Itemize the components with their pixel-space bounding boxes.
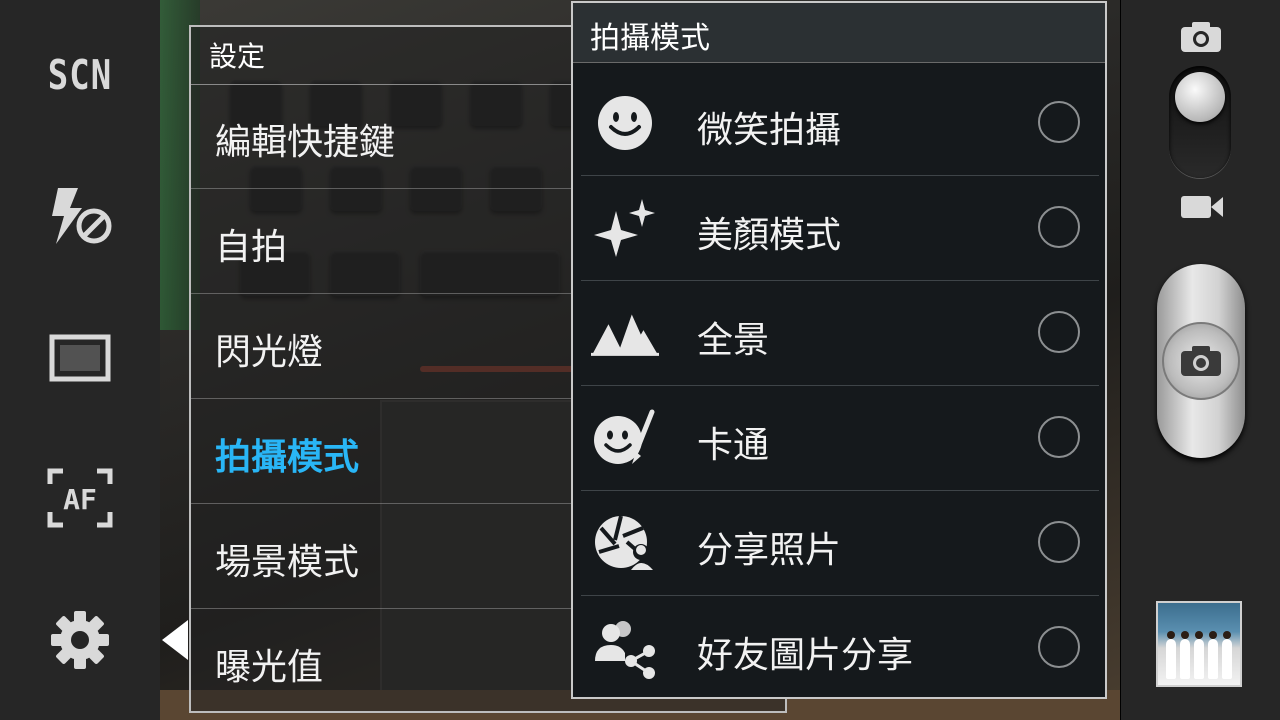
right-control-bar [1121, 0, 1280, 720]
settings-item-self-shot[interactable]: 自拍 [191, 190, 575, 294]
settings-item-label: 閃光燈 [215, 332, 324, 373]
gear-icon [51, 611, 109, 669]
mode-option-radio[interactable] [1038, 626, 1080, 668]
camera-video-switch[interactable] [1169, 66, 1231, 178]
smile-icon [591, 91, 659, 155]
autofocus-button[interactable]: AF [40, 458, 120, 538]
left-toolbar: SCN AF [0, 0, 160, 720]
shutter-button[interactable] [1157, 264, 1245, 458]
settings-item-shooting-mode[interactable]: 拍攝模式 [191, 400, 575, 504]
settings-item-label: 編輯快捷鍵 [215, 122, 396, 163]
mode-option-label: 美顏模式 [697, 215, 842, 256]
mode-option-share-shot[interactable]: 分享照片 [581, 491, 1099, 596]
autofocus-icon: AF [47, 468, 113, 528]
cartoon-face-icon [591, 406, 659, 470]
buddy-share-icon [591, 616, 659, 680]
mode-option-panorama[interactable]: 全景 [581, 281, 1099, 386]
sparkle-icon [591, 196, 659, 260]
flash-button[interactable] [40, 176, 120, 256]
video-camera-icon [1181, 196, 1223, 218]
mode-option-smile-shot[interactable]: 微笑拍攝 [581, 71, 1099, 176]
settings-item-flash[interactable]: 閃光燈 [191, 295, 575, 399]
settings-item-label: 場景模式 [215, 542, 360, 583]
mode-option-label: 微笑拍攝 [697, 110, 842, 151]
shooting-mode-header: 拍攝模式 [573, 3, 1105, 63]
mode-option-beauty[interactable]: 美顏模式 [581, 176, 1099, 281]
mode-option-label: 好友圖片分享 [697, 635, 914, 676]
mode-option-radio[interactable] [1038, 311, 1080, 353]
mode-option-radio[interactable] [1038, 206, 1080, 248]
shooting-mode-title: 拍攝模式 [590, 21, 710, 56]
shooting-mode-popup: 拍攝模式 微笑拍攝 美顏模式 全景 卡通 分享照片 好友圖片分享 [571, 1, 1107, 699]
camera-icon [1181, 22, 1221, 52]
shutter-ring[interactable] [1162, 322, 1240, 400]
aspect-ratio-icon [49, 334, 111, 382]
mode-option-cartoon[interactable]: 卡通 [581, 386, 1099, 491]
settings-item-label: 曝光值 [215, 647, 324, 688]
gallery-thumbnail[interactable] [1156, 601, 1242, 687]
settings-item-edit-shortcuts[interactable]: 編輯快捷鍵 [191, 85, 575, 189]
scene-mode-button[interactable]: SCN [40, 36, 120, 116]
flash-off-icon [52, 188, 112, 244]
shutter-camera-icon [1181, 346, 1221, 376]
share-shot-icon [591, 511, 659, 575]
aspect-ratio-button[interactable] [40, 318, 120, 398]
mode-option-radio[interactable] [1038, 521, 1080, 563]
mode-option-buddy-share[interactable]: 好友圖片分享 [581, 596, 1099, 701]
settings-item-scene-mode[interactable]: 場景模式 [191, 505, 575, 609]
scene-mode-icon: SCN [47, 52, 113, 100]
settings-item-label: 拍攝模式 [215, 437, 360, 478]
settings-pointer-icon [162, 620, 188, 660]
mode-option-radio[interactable] [1038, 101, 1080, 143]
settings-button[interactable] [40, 600, 120, 680]
mode-option-label: 分享照片 [697, 530, 842, 571]
mode-option-radio[interactable] [1038, 416, 1080, 458]
svg-text:AF: AF [63, 483, 97, 516]
settings-item-exposure[interactable]: 曝光值 [191, 610, 575, 714]
switch-knob[interactable] [1175, 72, 1225, 122]
mode-option-label: 全景 [697, 320, 770, 361]
mountain-icon [591, 301, 659, 365]
settings-item-label: 自拍 [215, 227, 288, 268]
mode-option-label: 卡通 [697, 425, 770, 466]
settings-title: 設定 [209, 40, 266, 73]
